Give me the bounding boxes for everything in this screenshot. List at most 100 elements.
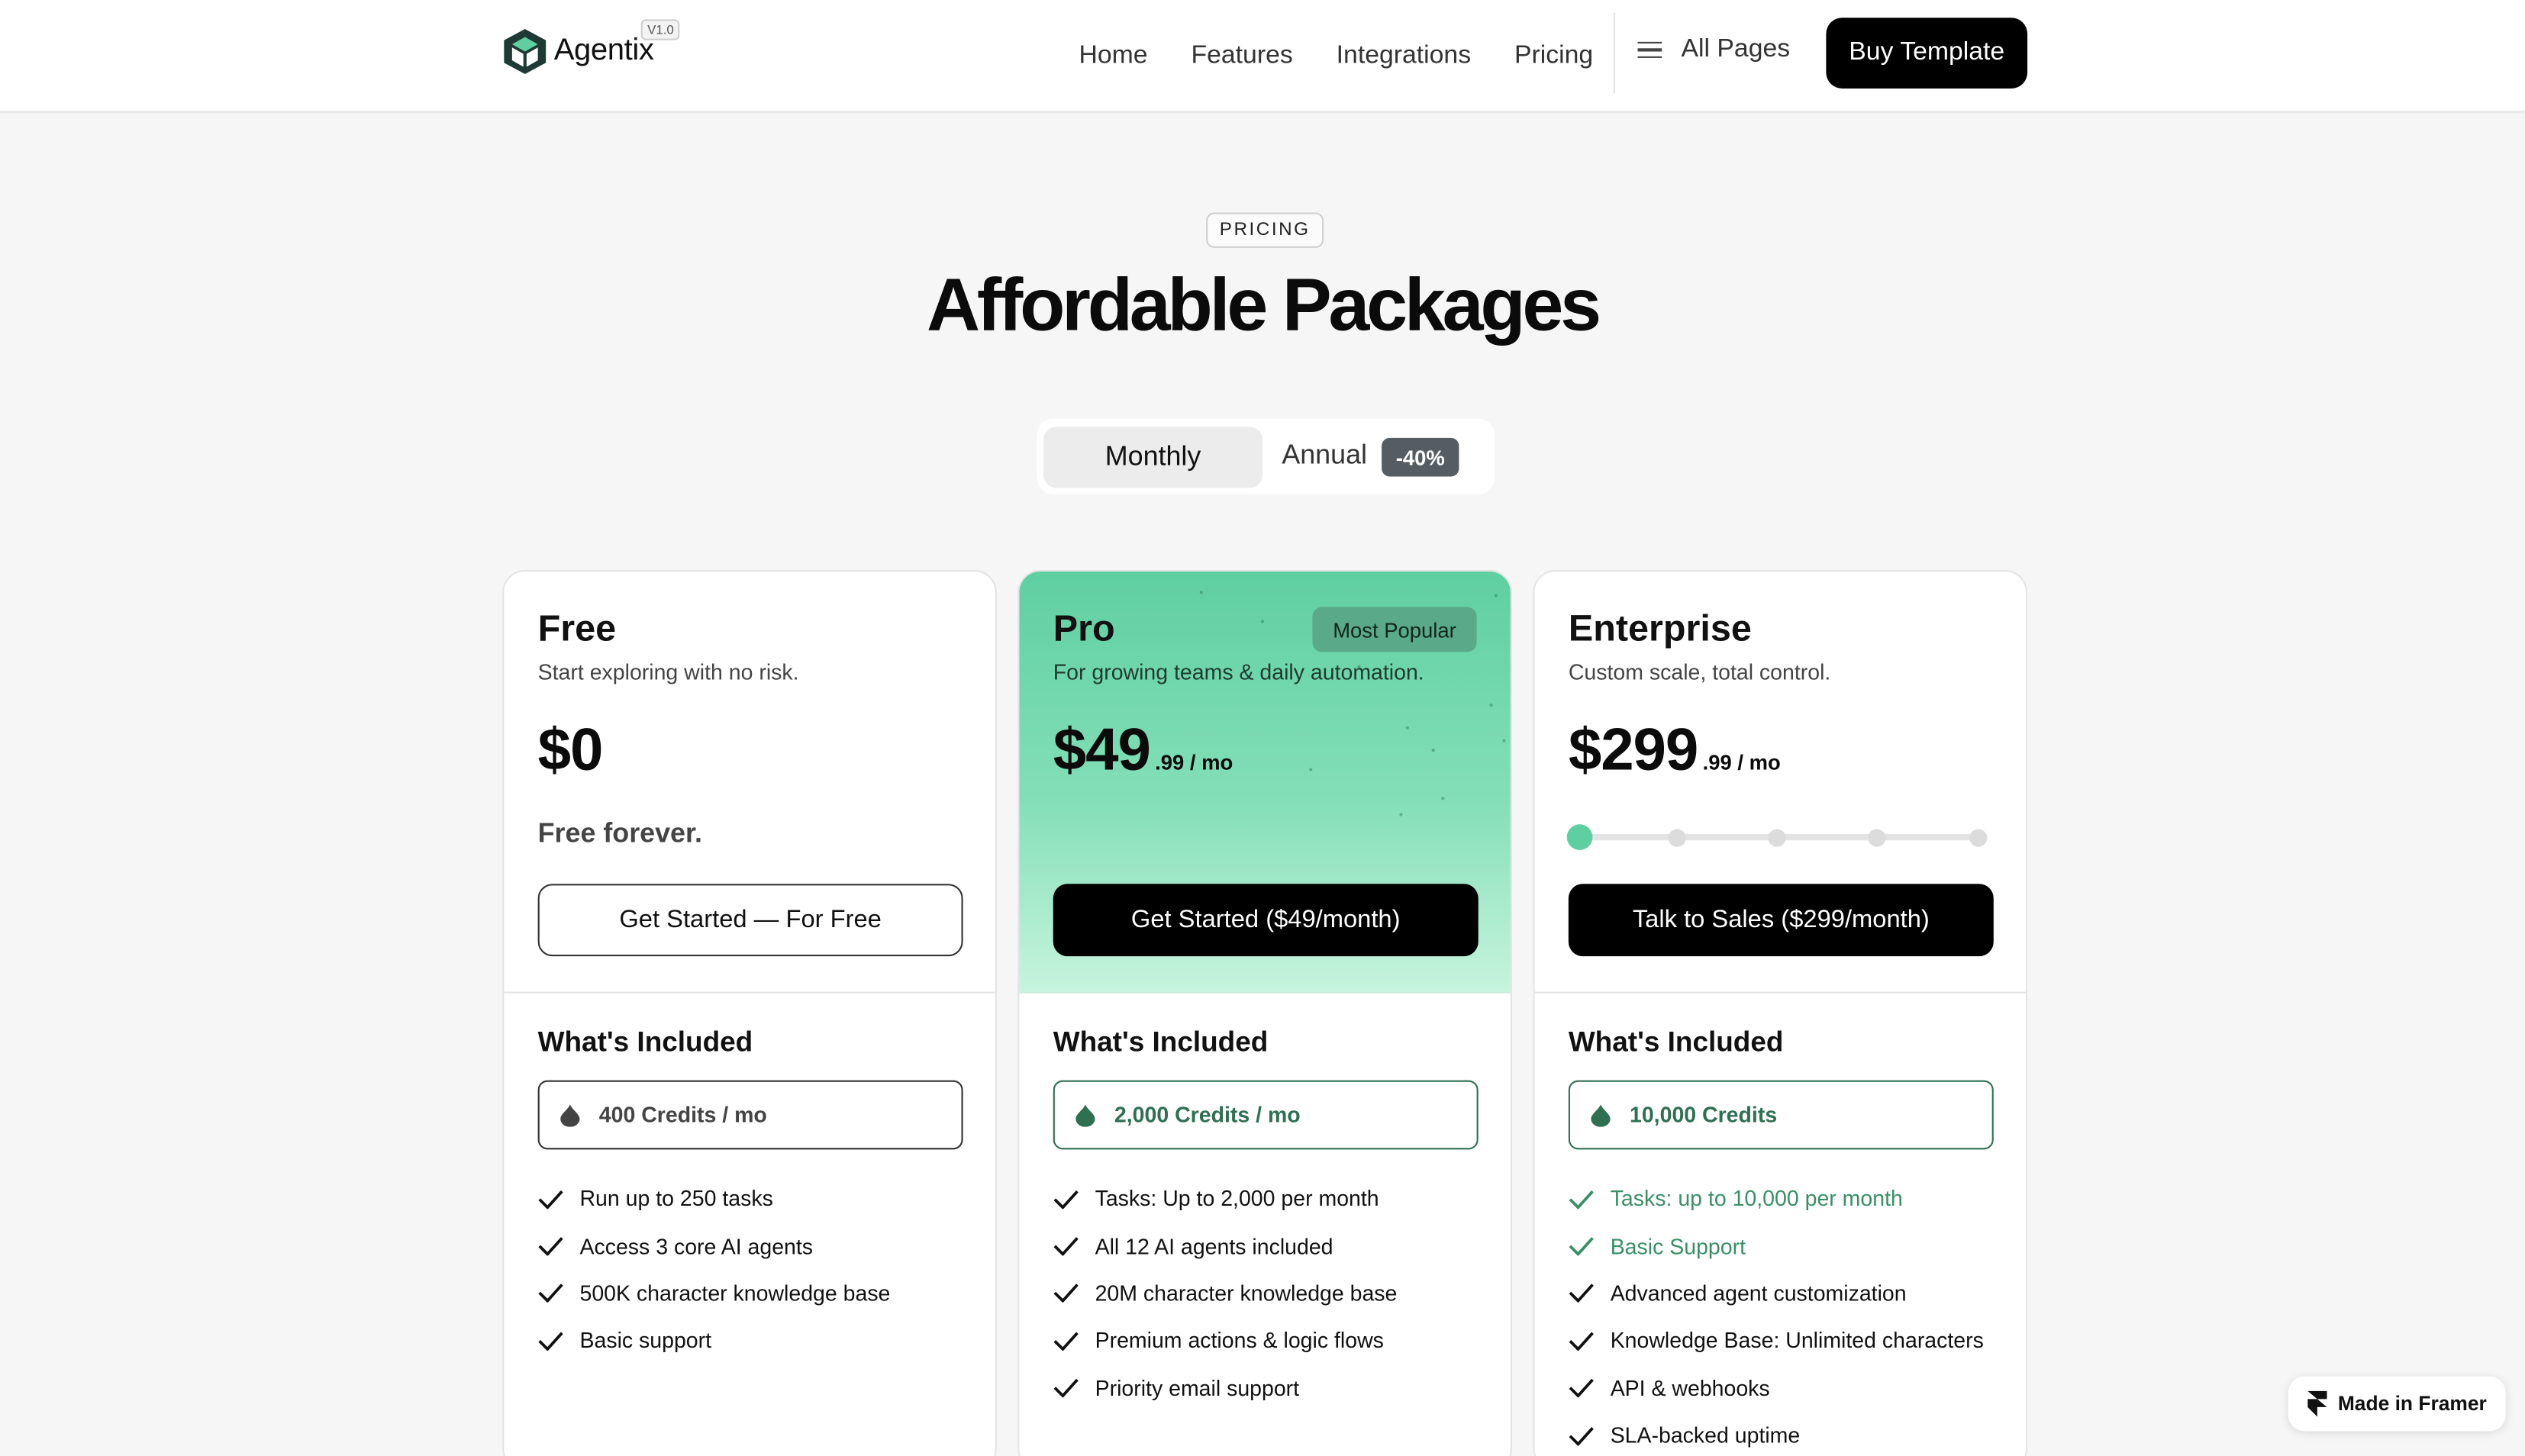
credits-box: 10,000 Credits [1568, 1080, 1994, 1150]
plan-name: Enterprise [1568, 607, 1752, 649]
slider-step[interactable] [1668, 828, 1686, 846]
check-icon [1569, 1379, 1594, 1398]
check-icon [1053, 1237, 1079, 1256]
plan-header: Enterprise Custom scale, total control. … [1534, 572, 2026, 994]
decorative-speck [1441, 797, 1445, 800]
billing-toggle: Monthly Annual -40% [1037, 418, 1495, 494]
nav-link-integrations[interactable]: Integrations [1337, 42, 1471, 71]
get-started-free-button[interactable]: Get Started — For Free [537, 884, 963, 957]
price-suffix: .99 / mo [1702, 750, 1781, 775]
logo[interactable]: Agentix V1.0 [502, 19, 681, 76]
feature-text: Basic Support [1610, 1234, 1746, 1258]
feature-list: Tasks: Up to 2,000 per month All 12 AI a… [1053, 1175, 1398, 1412]
feature-item: Tasks: up to 10,000 per month [1569, 1175, 1984, 1222]
slider-step[interactable] [1768, 828, 1786, 846]
nav-link-features[interactable]: Features [1192, 42, 1293, 71]
plan-card-enterprise: Enterprise Custom scale, total control. … [1533, 569, 2028, 1456]
feature-text: 500K character knowledge base [579, 1281, 891, 1306]
feature-item: Run up to 250 tasks [538, 1175, 891, 1222]
feature-item: Knowledge Base: Unlimited characters [1569, 1317, 1984, 1364]
plan-header: Free Start exploring with no risk. $0 Fr… [504, 572, 995, 994]
nav-divider [1613, 12, 1616, 94]
plan-name: Free [537, 607, 617, 649]
tier-slider[interactable] [1566, 824, 1988, 850]
talk-to-sales-button[interactable]: Talk to Sales ($299/month) [1568, 884, 1994, 957]
nav-link-pricing[interactable]: Pricing [1514, 42, 1593, 71]
feature-item: Basic support [538, 1317, 891, 1364]
feature-item: Tasks: Up to 2,000 per month [1053, 1175, 1398, 1222]
slider-handle[interactable] [1566, 824, 1593, 850]
flame-icon [1075, 1103, 1095, 1126]
made-in-framer-badge[interactable]: Made in Framer [2288, 1376, 2506, 1432]
decorative-speck [1199, 591, 1203, 594]
check-icon [1053, 1379, 1079, 1398]
top-nav-bar: Agentix V1.0 Home Features Integrations … [0, 0, 2525, 113]
included-heading: What's Included [1053, 1025, 1269, 1058]
feature-item: API & webhooks [1569, 1364, 1984, 1412]
included-heading: What's Included [1568, 1025, 1784, 1058]
credits-label: 10,000 Credits [1630, 1103, 1778, 1127]
plan-subtitle: Custom scale, total control. [1568, 659, 1831, 685]
check-icon [538, 1190, 563, 1209]
feature-text: Tasks: Up to 2,000 per month [1095, 1187, 1379, 1211]
feature-item: Basic Support [1569, 1222, 1984, 1270]
check-icon [538, 1237, 563, 1256]
credits-label: 400 Credits / mo [598, 1103, 767, 1127]
price-amount: $49 [1053, 716, 1151, 783]
price-amount: $0 [537, 716, 604, 783]
check-icon [538, 1332, 563, 1351]
plan-header: Pro Most Popular For growing teams & dai… [1019, 571, 1511, 994]
feature-text: Basic support [579, 1329, 712, 1353]
feature-item: SLA-backed uptime [1569, 1412, 1984, 1456]
feature-item: 500K character knowledge base [538, 1270, 891, 1317]
feature-item: Advanced agent customization [1569, 1270, 1984, 1317]
credits-label: 2,000 Credits / mo [1114, 1103, 1301, 1127]
feature-text: Tasks: up to 10,000 per month [1610, 1187, 1903, 1211]
feature-text: Knowledge Base: Unlimited characters [1610, 1329, 1984, 1353]
flame-icon [560, 1103, 580, 1126]
nav-link-home[interactable]: Home [1079, 42, 1147, 71]
price-amount: $299 [1568, 716, 1698, 783]
feature-item: 20M character knowledge base [1053, 1270, 1397, 1317]
all-pages-label: All Pages [1681, 35, 1791, 63]
agentix-logo-icon [504, 28, 547, 75]
check-icon [1569, 1426, 1594, 1445]
check-icon [1569, 1190, 1594, 1209]
get-started-pro-button[interactable]: Get Started ($49/month) [1053, 884, 1479, 957]
feature-text: Priority email support [1095, 1376, 1300, 1400]
feature-item: Priority email support [1053, 1364, 1398, 1412]
most-popular-badge: Most Popular [1312, 607, 1477, 652]
feature-list: Run up to 250 tasks Access 3 core AI age… [538, 1175, 891, 1364]
framer-badge-label: Made in Framer [2337, 1392, 2487, 1416]
check-icon [1569, 1284, 1594, 1303]
discount-badge: -40% [1382, 437, 1459, 477]
check-icon [538, 1284, 563, 1303]
page-title: Affordable Packages [927, 262, 1601, 346]
included-heading: What's Included [537, 1025, 753, 1058]
feature-text: Advanced agent customization [1610, 1281, 1907, 1306]
plan-card-free: Free Start exploring with no risk. $0 Fr… [502, 569, 997, 1456]
check-icon [1569, 1332, 1594, 1351]
decorative-speck [1502, 739, 1506, 742]
plan-price: $0 [537, 716, 604, 784]
decorative-speck [1431, 749, 1435, 752]
decorative-speck [1309, 768, 1313, 771]
main-nav: Home Features Integrations Pricing [1079, 0, 1637, 113]
check-icon [1569, 1237, 1594, 1256]
slider-step[interactable] [1868, 828, 1886, 846]
buy-template-button[interactable]: Buy Template [1826, 18, 2028, 89]
feature-item: All 12 AI agents included [1053, 1222, 1398, 1270]
plan-note: Free forever. [537, 817, 702, 849]
toggle-annual[interactable]: Annual [1282, 440, 1367, 472]
all-pages-menu[interactable]: All Pages [1637, 35, 1791, 64]
credits-box: 2,000 Credits / mo [1053, 1080, 1479, 1150]
decorative-speck [1260, 620, 1265, 623]
credits-box: 400 Credits / mo [537, 1080, 963, 1150]
feature-item: Access 3 core AI agents [538, 1222, 891, 1270]
slider-step[interactable] [1969, 828, 1988, 846]
check-icon [1053, 1190, 1079, 1209]
feature-text: All 12 AI agents included [1095, 1234, 1333, 1258]
toggle-monthly[interactable]: Monthly [1043, 427, 1262, 488]
price-suffix: .99 / mo [1155, 750, 1233, 775]
flame-icon [1591, 1103, 1611, 1126]
